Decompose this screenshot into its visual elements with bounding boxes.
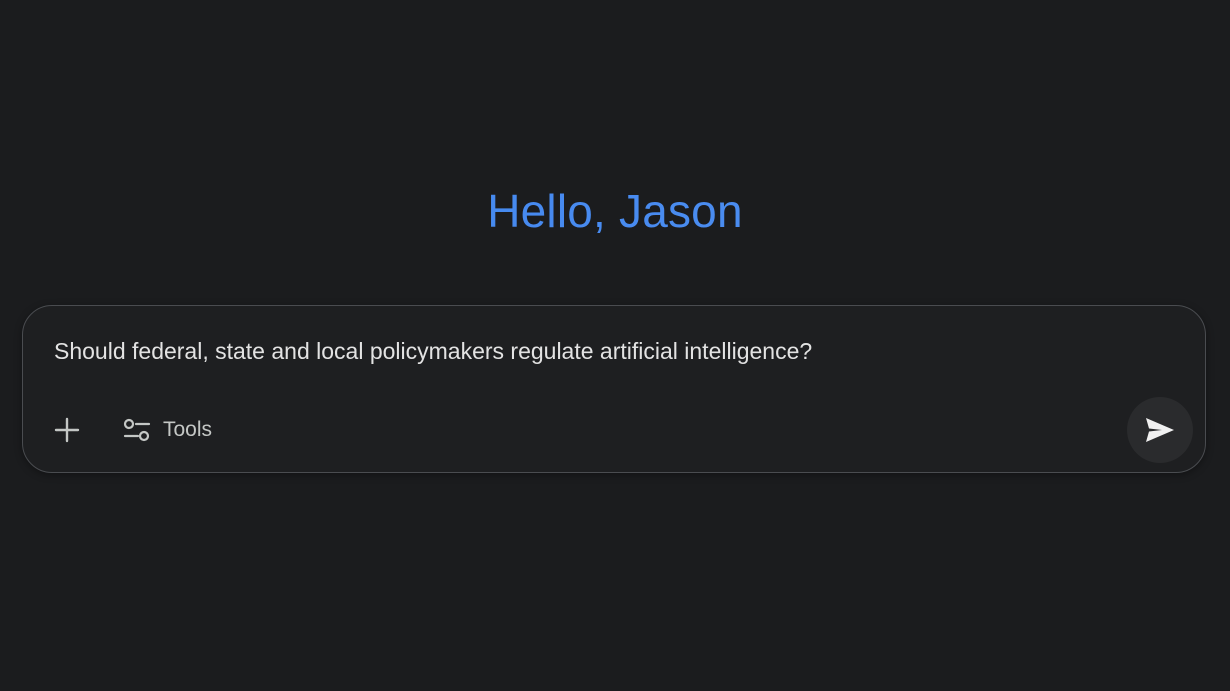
add-attachment-button[interactable] [49, 412, 85, 448]
prompt-composer[interactable]: Should federal, state and local policyma… [22, 305, 1206, 473]
tools-label: Tools [163, 418, 213, 441]
send-icon [1146, 418, 1174, 442]
plus-icon [54, 417, 80, 443]
greeting-title: Hello, Jason [0, 182, 1230, 240]
tools-button[interactable]: Tools [123, 412, 212, 448]
send-button[interactable] [1127, 397, 1193, 463]
sliders-icon [123, 418, 151, 442]
prompt-input[interactable]: Should federal, state and local policyma… [54, 336, 812, 366]
chat-home-page: Hello, Jason Should federal, state and l… [0, 0, 1230, 691]
